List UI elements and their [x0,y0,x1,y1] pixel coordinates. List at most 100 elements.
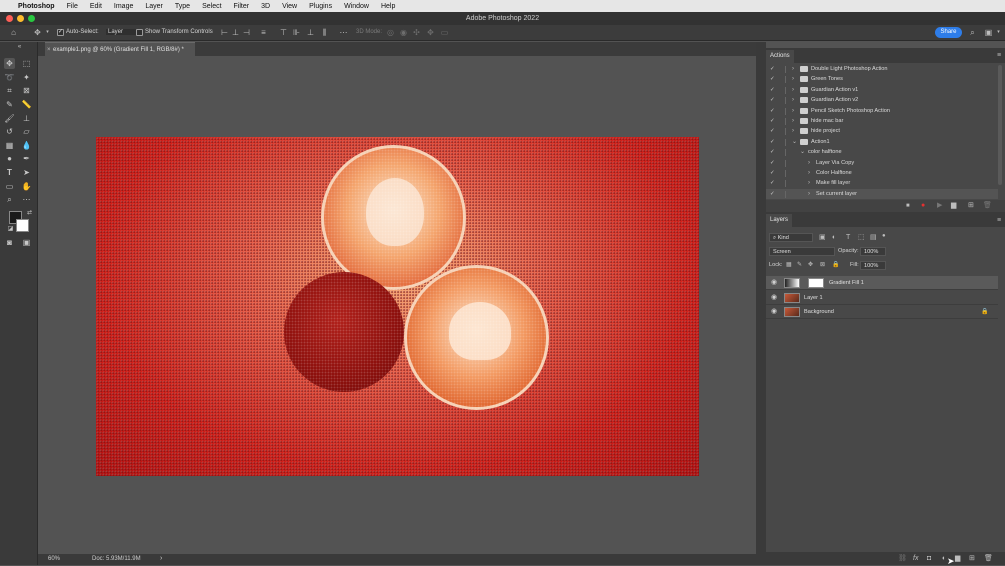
blend-mode-dropdown[interactable]: Screen [769,247,835,256]
action-enabled-check-icon[interactable]: ✓ [770,106,775,116]
lock-transparent-icon[interactable]: ▦ [786,261,792,269]
chevron-down-icon[interactable]: ⌄ [792,137,797,147]
blur-tool-icon[interactable]: 💧 [21,140,32,151]
home-icon[interactable]: ⌂ [9,28,18,37]
action-enabled-check-icon[interactable]: ✓ [770,85,775,95]
lasso-tool-icon[interactable]: ➰ [4,72,15,83]
auto-select-checkbox[interactable] [57,28,64,36]
align-bottom-icon[interactable]: ⊥ [306,28,315,37]
action-item[interactable]: ✓ › Layer Via Copy [766,158,998,168]
menu-type[interactable]: Type [175,3,190,10]
marquee-tool-icon[interactable]: ⬚ [21,58,32,69]
align-top-icon[interactable]: ⊤ [279,28,288,37]
action-enabled-check-icon[interactable]: ✓ [770,178,775,188]
align-center-icon[interactable]: ⊥ [231,28,240,37]
hand-tool-icon[interactable]: ✋ [21,181,32,192]
chevron-right-icon[interactable]: › [792,95,794,105]
opacity-input[interactable]: 100% [860,247,886,256]
chevron-right-icon[interactable]: › [792,74,794,84]
move-tool-icon[interactable]: ✥ [4,58,15,69]
stop-icon[interactable]: ■ [906,202,910,210]
dialog-toggle[interactable] [780,118,786,125]
dialog-toggle[interactable] [780,159,786,167]
filter-smart-object-icon[interactable]: ▤ [870,234,877,242]
action-item[interactable]: ✓ › Guardian Action v2 [766,95,998,105]
dialog-toggle[interactable] [780,190,786,198]
action-item[interactable]: ✓ ⌄ Action1 [766,137,998,147]
layer-row[interactable]: ◉ Gradient Fill 1 [766,276,998,290]
action-enabled-check-icon[interactable]: ✓ [770,64,775,74]
magic-wand-tool-icon[interactable]: ✦ [21,72,32,83]
dialog-toggle[interactable] [780,128,786,136]
filter-pixel-icon[interactable]: ▣ [819,234,826,242]
search-icon[interactable]: ⌕ [968,28,977,37]
document-tab[interactable]: × example1.png @ 60% (Gradient Fill 1, R… [45,42,195,56]
menu-plugins[interactable]: Plugins [309,3,332,10]
eye-icon[interactable]: ◉ [771,291,777,305]
menu-3d[interactable]: 3D [261,3,270,10]
chevron-right-icon[interactable]: › [792,116,794,126]
gradient-tool-icon[interactable]: ▦ [4,140,15,151]
quick-mask-icon[interactable]: ◙ [4,237,15,248]
chevron-right-icon[interactable]: › [792,64,794,74]
menu-image[interactable]: Image [114,3,133,10]
delete-action-icon[interactable]: 🗑 [983,202,992,210]
play-icon[interactable]: ▶ [937,202,942,210]
layer-row[interactable]: ◉ Layer 1 [766,291,998,305]
distribute-vertical-icon[interactable]: ⫼ [320,28,329,37]
minimize-window-button[interactable] [17,15,24,22]
document-image[interactable] [96,137,699,476]
lock-artboard-icon[interactable]: ⊠ [820,261,825,269]
share-button[interactable]: Share [935,27,962,38]
chevron-right-icon[interactable]: › [808,178,810,188]
zoom-level[interactable]: 60% [48,556,60,562]
move-tool-icon[interactable]: ✥ [33,28,42,37]
screen-mode-icon[interactable]: ▣ [21,237,32,248]
link-layers-icon[interactable]: ⛓ [898,555,907,563]
background-color-swatch[interactable] [16,219,29,232]
action-item[interactable]: ✓ › Guardian Action v1 [766,85,998,95]
ruler-tool-icon[interactable]: 📏 [21,99,32,110]
layer-style-icon[interactable]: fx [913,555,918,563]
brush-tool-icon[interactable]: 🖌 [4,113,15,124]
pen-tool-icon[interactable]: ✒ [21,153,32,164]
align-right-icon[interactable]: ⊣ [242,28,251,37]
chevron-right-icon[interactable]: › [792,126,794,136]
menu-window[interactable]: Window [344,3,369,10]
align-left-icon[interactable]: ⊢ [220,28,229,37]
menu-select[interactable]: Select [202,3,221,10]
action-enabled-check-icon[interactable]: ✓ [770,126,775,136]
type-tool-icon[interactable]: T [4,167,15,178]
lock-image-icon[interactable]: ✎ [797,261,802,269]
action-item[interactable]: ✓ › Green Tones [766,74,998,84]
layer-filter-kind[interactable]: ⌕ Kind [769,233,813,242]
eye-icon[interactable]: ◉ [771,276,777,290]
zoom-window-button[interactable] [28,15,35,22]
fill-input[interactable]: 100% [860,261,886,270]
workspace-chevron-icon[interactable]: ▾ [994,28,1003,37]
menu-file[interactable]: File [67,3,78,10]
adjustment-layer-icon[interactable]: ◐ [942,555,946,563]
dialog-toggle[interactable] [780,180,786,188]
swap-colors-icon[interactable]: ⇄ [24,208,35,219]
chevron-down-icon[interactable]: ▾ [43,28,52,37]
status-menu-arrow[interactable]: › [160,555,162,562]
new-set-icon[interactable]: ▆ [951,202,956,210]
dialog-toggle[interactable] [780,76,786,84]
dialog-toggle[interactable] [780,170,786,177]
close-window-button[interactable] [6,15,13,22]
menu-filter[interactable]: Filter [234,3,250,10]
stamp-tool-icon[interactable]: ⊥ [21,113,32,124]
action-item[interactable]: ✓ ⌄ color halftone [766,147,998,157]
history-brush-tool-icon[interactable]: ↺ [4,126,15,137]
layer-mask-thumbnail[interactable] [808,278,824,288]
crop-tool-icon[interactable]: ⌗ [4,85,15,96]
action-item[interactable]: ✓ › hide project [766,126,998,136]
chevron-right-icon[interactable]: › [792,85,794,95]
chevron-right-icon[interactable]: › [808,158,810,168]
action-enabled-check-icon[interactable]: ✓ [770,158,775,168]
actions-panel-menu-icon[interactable]: ≡ [997,52,1001,60]
new-action-icon[interactable]: ⊞ [968,202,974,210]
action-enabled-check-icon[interactable]: ✓ [770,147,775,157]
dialog-toggle[interactable] [780,86,786,94]
